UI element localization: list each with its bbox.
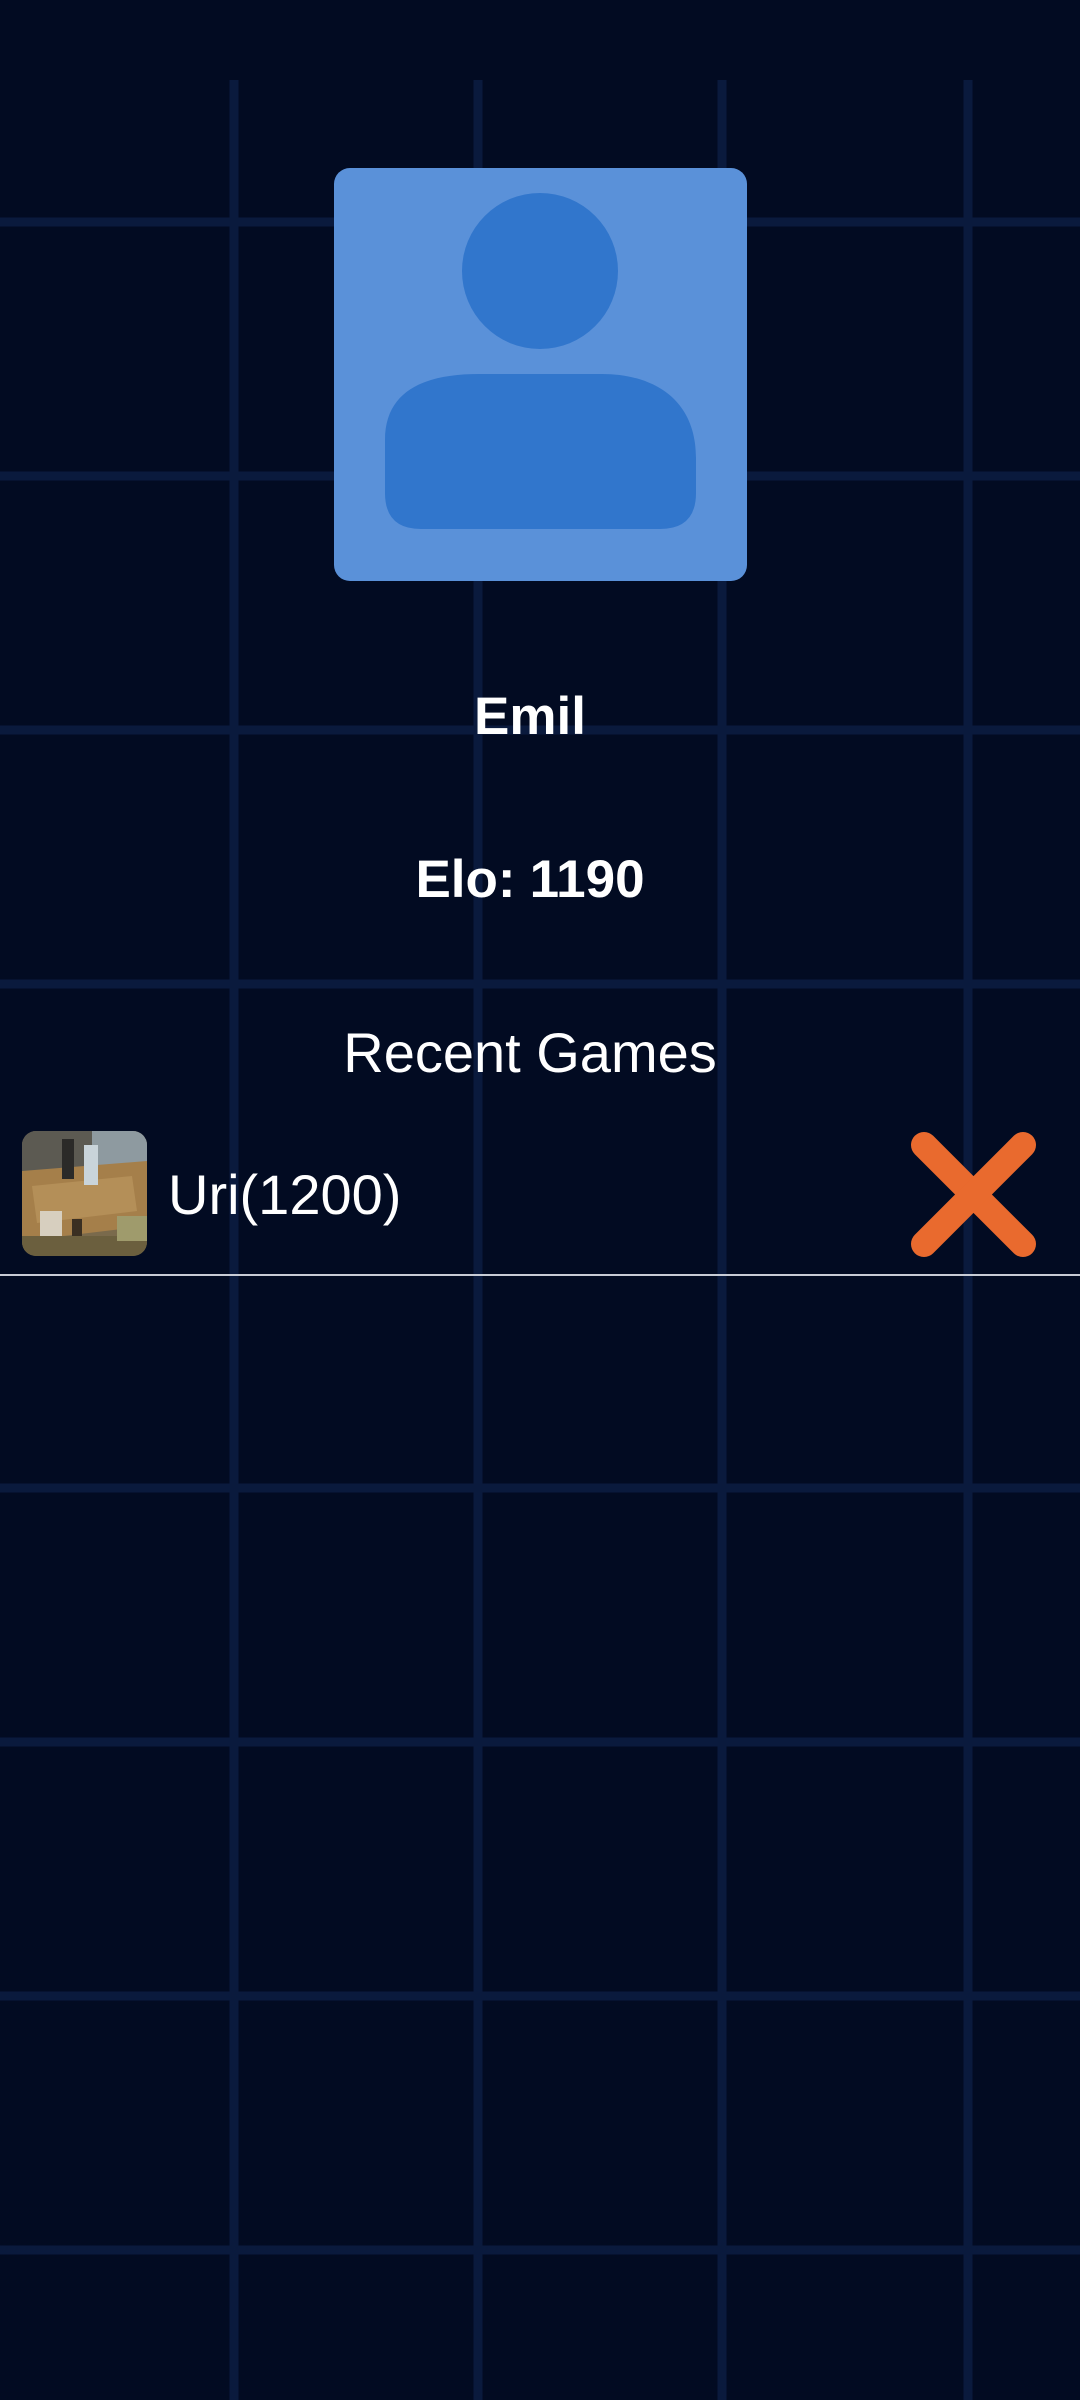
elo-rating: Elo: 1190 <box>0 845 1060 915</box>
elo-label: Elo: <box>415 850 516 909</box>
recent-game-row[interactable]: Uri(1200) <box>0 1122 1080 1276</box>
elo-value: 1190 <box>529 850 645 909</box>
profile-avatar <box>334 168 747 581</box>
player-name: Emil <box>474 687 586 746</box>
profile-screen: Emil Elo: 1190 Recent Games Uri(1200) <box>0 0 1080 2400</box>
recent-games-title: Recent Games <box>343 1021 717 1084</box>
opponent-photo <box>22 1131 147 1256</box>
loss-x-icon <box>910 1131 1037 1258</box>
opponent-name: Uri(1200) <box>168 1163 402 1226</box>
person-placeholder-icon <box>385 193 696 529</box>
